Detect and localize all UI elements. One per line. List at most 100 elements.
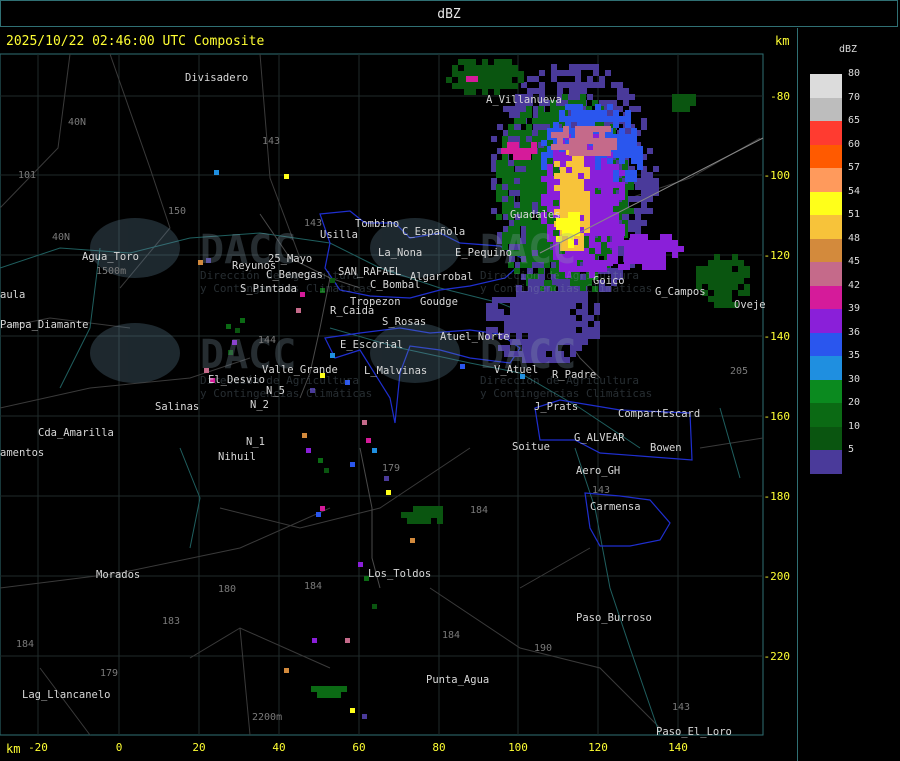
radar-pixel [562, 94, 568, 100]
radar-pixel [617, 94, 623, 100]
radar-pixel [470, 83, 476, 89]
radar-pixel [726, 260, 732, 266]
radar-pixel [589, 236, 595, 242]
radar-pixel [601, 116, 607, 122]
radar-pixel [578, 179, 584, 185]
radar-pixel [595, 110, 601, 116]
radar-pixel [648, 246, 654, 252]
radar-panel[interactable]: DACC Dirección de Agricultura y Contingenc… [0, 28, 797, 761]
radar-pixel [575, 76, 581, 82]
place-label: Valle_Grande [262, 364, 338, 376]
radar-pixel [599, 144, 605, 150]
radar-pixel [541, 152, 547, 158]
radar-pixel [566, 191, 572, 197]
radar-pixel [372, 604, 377, 609]
radar-pixel [584, 173, 590, 179]
radar-pixel [386, 490, 391, 495]
radar-pixel [572, 161, 578, 167]
radar-pixel [708, 260, 714, 266]
radar-pixel [419, 518, 425, 524]
x-tick-label: 0 [116, 741, 123, 754]
place-label: G_ALVEAR [574, 432, 625, 444]
radar-pixel [514, 118, 520, 124]
radar-pixel [594, 333, 600, 339]
radar-pixel [506, 71, 512, 77]
place-label: G_Campos [655, 286, 706, 298]
radar-pixel [576, 333, 582, 339]
radar-pixel [708, 284, 714, 290]
radar-pixel [345, 638, 350, 643]
radar-pixel [366, 438, 371, 443]
radar-pixel [482, 77, 488, 83]
radar-pixel [559, 110, 565, 116]
radar-pixel [504, 321, 510, 327]
radar-pixel [502, 154, 508, 160]
radar-pixel [431, 506, 437, 512]
radar-pixel [496, 190, 502, 196]
place-label: Cda_Amarilla [38, 427, 114, 439]
legend-label: 39 [848, 303, 861, 315]
route-label: 179 [382, 463, 400, 474]
radar-pixel [496, 196, 502, 202]
radar-pixel [607, 182, 613, 188]
radar-pixel [470, 89, 476, 95]
radar-pixel [648, 258, 654, 264]
radar-pixel [607, 158, 613, 164]
radar-pixel [583, 260, 589, 266]
radar-pixel [584, 197, 590, 203]
radar-pixel [564, 297, 570, 303]
radar-pixel [584, 167, 590, 173]
radar-pixel [582, 303, 588, 309]
radar-pixel [513, 154, 519, 160]
radar-pixel [496, 160, 502, 166]
legend-label: 54 [848, 185, 861, 197]
radar-pixel [601, 170, 607, 176]
radar-pixel [726, 290, 732, 296]
radar-pixel [470, 65, 476, 71]
district-boundary [39, 667, 91, 736]
radar-pixel [508, 184, 514, 190]
place-label: Soitue [512, 441, 550, 453]
radar-pixel [726, 296, 732, 302]
radar-pixel [654, 240, 660, 246]
radar-pixel [637, 158, 643, 164]
radar-pixel [572, 203, 578, 209]
radar-pixel [581, 88, 587, 94]
radar-pixel [607, 170, 613, 176]
radar-pixel [540, 321, 546, 327]
radar-pixel [574, 218, 580, 224]
radar-map[interactable]: DACCDirección de Agriculturay Contingenc… [0, 28, 797, 761]
place-label: CompartEscard [618, 408, 700, 420]
place-label: Carmensa [590, 501, 641, 513]
x-tick-label: 140 [668, 741, 688, 754]
place-label: E_Pequino [455, 247, 512, 259]
radar-pixel [578, 161, 584, 167]
radar-pixel [566, 203, 572, 209]
radar-pixel [613, 176, 619, 182]
radar-pixel [532, 118, 538, 124]
radar-pixel [607, 104, 613, 110]
radar-pixel [526, 184, 532, 190]
radar-pixel [522, 309, 528, 315]
x-tick-label: 80 [432, 741, 445, 754]
radar-pixel [514, 130, 520, 136]
radar-pixel [546, 321, 552, 327]
route-label: 101 [18, 170, 36, 181]
radar-pixel [496, 172, 502, 178]
radar-pixel [566, 173, 572, 179]
radar-pixel [582, 309, 588, 315]
radar-pixel [557, 144, 563, 150]
radar-pixel [582, 315, 588, 321]
legend-label: 70 [848, 91, 861, 103]
radar-pixel [581, 64, 587, 70]
radar-pixel [565, 116, 571, 122]
radar-pixel [512, 65, 518, 71]
radar-pixel [594, 327, 600, 333]
radar-pixel [576, 339, 582, 345]
radar-pixel [605, 138, 611, 144]
radar-pixel [525, 148, 531, 154]
radar-pixel [641, 184, 647, 190]
radar-pixel [552, 321, 558, 327]
radar-pixel [502, 208, 508, 214]
radar-pixel [617, 82, 623, 88]
